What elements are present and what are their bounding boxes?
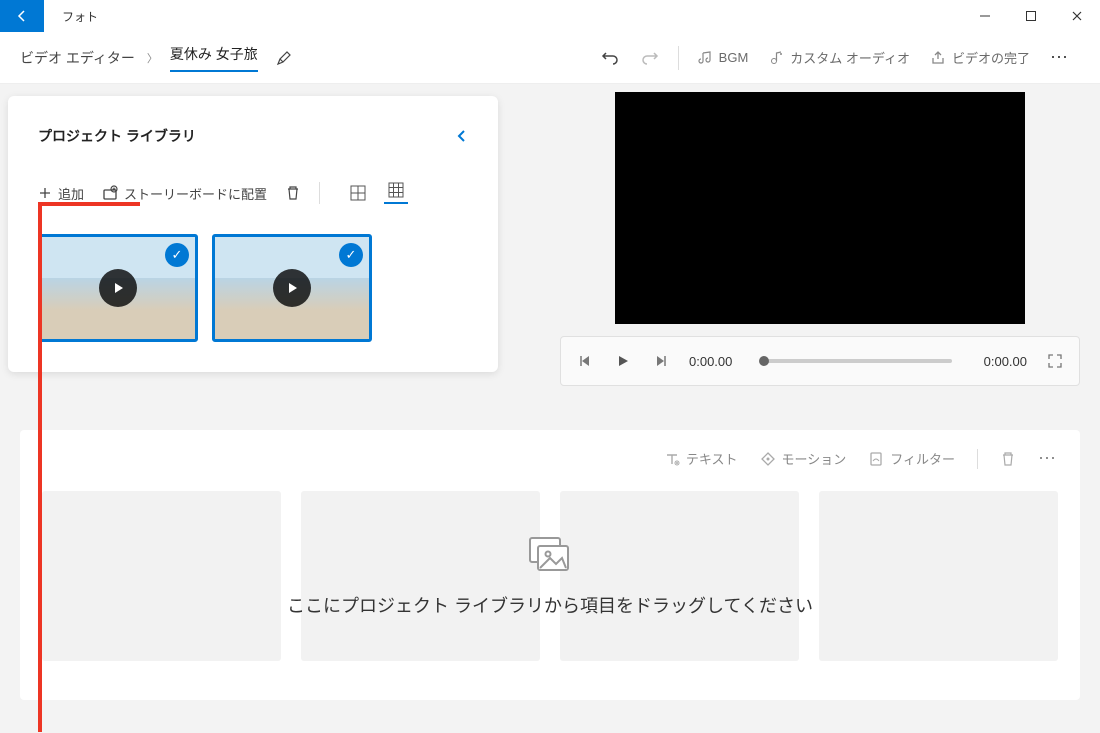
close-button[interactable] bbox=[1054, 0, 1100, 32]
more-button[interactable]: ⋯ bbox=[1040, 41, 1080, 74]
add-button[interactable]: 追加 bbox=[38, 184, 84, 203]
divider bbox=[319, 182, 320, 204]
finish-label: ビデオの完了 bbox=[952, 48, 1030, 67]
trash-icon bbox=[285, 185, 301, 201]
storyboard-slot[interactable] bbox=[42, 491, 281, 661]
back-button[interactable] bbox=[0, 0, 44, 32]
redo-button[interactable] bbox=[630, 42, 670, 74]
place-label: ストーリーボードに配置 bbox=[124, 184, 267, 203]
step-forward-icon bbox=[654, 354, 668, 368]
grid-small-button[interactable] bbox=[384, 182, 408, 204]
audio-icon bbox=[768, 50, 784, 66]
storyboard-slots[interactable]: ここにプロジェクト ライブラリから項目をドラッグしてください bbox=[42, 491, 1058, 661]
expand-icon bbox=[1047, 353, 1063, 369]
music-icon bbox=[697, 50, 713, 66]
library-item[interactable]: ✓ bbox=[212, 234, 372, 342]
trash-icon bbox=[1000, 451, 1016, 467]
grid-large-button[interactable] bbox=[346, 182, 370, 204]
undo-button[interactable] bbox=[590, 42, 630, 74]
player-controls: 0:00.00 0:00.00 bbox=[560, 336, 1080, 386]
plus-icon bbox=[38, 186, 52, 200]
sb-delete-button[interactable] bbox=[1000, 451, 1016, 467]
rename-button[interactable] bbox=[276, 50, 292, 66]
library-toolbar: 追加 ストーリーボードに配置 bbox=[38, 182, 468, 204]
divider bbox=[678, 46, 679, 70]
chevron-right-icon: 〉 bbox=[147, 50, 158, 66]
next-frame-button[interactable] bbox=[651, 354, 671, 368]
breadcrumb-root[interactable]: ビデオ エディター bbox=[20, 48, 135, 68]
chevron-left-icon bbox=[456, 129, 468, 143]
video-preview[interactable] bbox=[615, 92, 1025, 324]
motion-label: モーション bbox=[782, 449, 847, 468]
sb-more-button[interactable]: ⋯ bbox=[1038, 448, 1058, 469]
preview-pane: 0:00.00 0:00.00 bbox=[560, 92, 1080, 386]
storyboard-slot[interactable] bbox=[560, 491, 799, 661]
library-thumbnails: ✓ ✓ bbox=[38, 234, 468, 342]
delete-button[interactable] bbox=[285, 185, 301, 201]
finish-video-button[interactable]: ビデオの完了 bbox=[920, 42, 1040, 73]
selected-check-icon: ✓ bbox=[165, 243, 189, 267]
divider bbox=[977, 449, 978, 469]
fullscreen-button[interactable] bbox=[1045, 353, 1065, 369]
prev-frame-button[interactable] bbox=[575, 354, 595, 368]
annotation-line-horizontal bbox=[38, 202, 140, 206]
custom-audio-label: カスタム オーディオ bbox=[790, 48, 910, 67]
storyboard-panel: テキスト モーション フィルター ⋯ ここにプロジェクト ライブラリから項目をド… bbox=[20, 430, 1080, 700]
storyboard-slot[interactable] bbox=[301, 491, 540, 661]
selected-check-icon: ✓ bbox=[339, 243, 363, 267]
redo-icon bbox=[640, 48, 660, 68]
text-label: テキスト bbox=[686, 449, 738, 468]
play-overlay bbox=[99, 269, 137, 307]
grid-2x2-icon bbox=[350, 185, 366, 201]
custom-audio-button[interactable]: カスタム オーディオ bbox=[758, 42, 920, 73]
filter-label: フィルター bbox=[890, 449, 955, 468]
editor-header: ビデオ エディター 〉 夏休み 女子旅 BGM カスタム オーディオ ビデオの完… bbox=[0, 32, 1100, 84]
project-library-panel: プロジェクト ライブラリ 追加 ストーリーボードに配置 bbox=[8, 96, 498, 372]
library-title: プロジェクト ライブラリ bbox=[38, 126, 196, 146]
add-label: 追加 bbox=[58, 184, 84, 203]
filter-icon bbox=[868, 451, 884, 467]
grid-3x3-icon bbox=[388, 182, 404, 198]
play-button[interactable] bbox=[613, 354, 633, 368]
motion-icon bbox=[760, 451, 776, 467]
collapse-library-button[interactable] bbox=[456, 129, 468, 143]
play-icon bbox=[616, 354, 630, 368]
place-icon bbox=[102, 185, 118, 201]
current-time: 0:00.00 bbox=[689, 354, 732, 369]
maximize-button[interactable] bbox=[1008, 0, 1054, 32]
bgm-button[interactable]: BGM bbox=[687, 44, 759, 72]
arrow-left-icon bbox=[14, 8, 30, 24]
step-back-icon bbox=[578, 354, 592, 368]
pencil-icon bbox=[276, 50, 292, 66]
seek-bar[interactable] bbox=[764, 359, 951, 363]
play-icon bbox=[285, 281, 299, 295]
minimize-button[interactable] bbox=[962, 0, 1008, 32]
storyboard-toolbar: テキスト モーション フィルター ⋯ bbox=[42, 448, 1058, 469]
filter-button[interactable]: フィルター bbox=[868, 449, 955, 468]
play-icon bbox=[111, 281, 125, 295]
title-bar: フォト bbox=[0, 0, 1100, 32]
motion-button[interactable]: モーション bbox=[760, 449, 847, 468]
text-icon bbox=[664, 451, 680, 467]
storyboard-slot[interactable] bbox=[819, 491, 1058, 661]
annotation-line-vertical bbox=[38, 202, 42, 732]
text-button[interactable]: テキスト bbox=[664, 449, 738, 468]
library-item[interactable]: ✓ bbox=[38, 234, 198, 342]
bgm-label: BGM bbox=[719, 50, 749, 65]
window-controls bbox=[962, 0, 1100, 32]
app-title: フォト bbox=[62, 8, 98, 25]
undo-icon bbox=[600, 48, 620, 68]
place-storyboard-button[interactable]: ストーリーボードに配置 bbox=[102, 184, 267, 203]
play-overlay bbox=[273, 269, 311, 307]
total-time: 0:00.00 bbox=[984, 354, 1027, 369]
export-icon bbox=[930, 50, 946, 66]
project-name[interactable]: 夏休み 女子旅 bbox=[170, 44, 258, 72]
